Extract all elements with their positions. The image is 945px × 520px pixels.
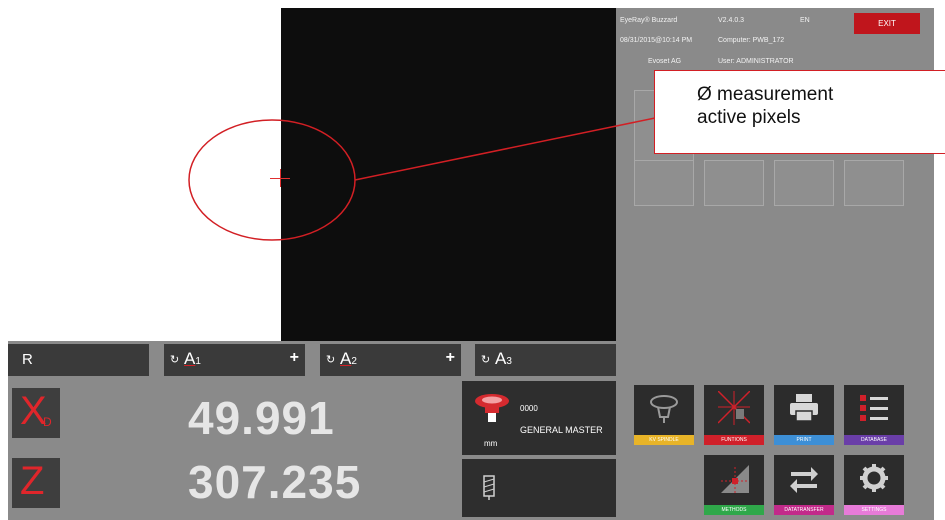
tool-adapter-panel[interactable] [462,459,616,517]
functions-button[interactable]: FUNTIONS [704,385,764,445]
methods-icon [721,465,749,493]
datetime: 08/31/2015@10:14 PM [620,37,693,44]
empty-slot-4[interactable] [774,160,834,206]
tool-holder-icon [475,394,509,422]
app-version: V2.4.0.3 [718,17,745,24]
drill-bit-icon [483,475,495,500]
tool-code: 0000 [520,404,538,413]
printer-icon [790,394,818,422]
functions-label: FUNTIONS [704,435,764,445]
company-name: Evoset AG [648,58,682,65]
axis-x-indicator[interactable]: X D [12,388,60,438]
tab-radius-label: R [22,351,33,368]
tool-unit: mm [484,439,498,448]
rotate-icon: ↻ [170,354,180,366]
crosshair-vertical [280,169,281,187]
app-name: EyeRay® Buzzard [620,17,678,24]
methods-button[interactable]: METHODS [704,455,764,515]
print-label: PRINT [774,435,834,445]
add-a2-icon[interactable]: + [446,349,455,367]
exit-button[interactable]: EXIT [854,13,920,34]
tab-a3-index: 3 [506,356,512,367]
database-button[interactable]: DATABASE [844,385,904,445]
checklist-icon [860,395,888,421]
camera-view-lit [8,8,281,341]
tab-a1-index: 1 [195,356,201,367]
gear-icon [860,464,888,492]
crosshair-function-icon [718,391,750,425]
annotation-callout: Ø measurement active pixels [654,70,945,154]
print-button[interactable]: PRINT [774,385,834,445]
tab-a2-label: A2 [340,349,357,369]
kv-spindle-label: KV SPINDLE [634,435,694,445]
add-a1-icon[interactable]: + [290,349,299,367]
axis-z-indicator[interactable]: Z [12,458,60,508]
z-value-readout: 307.235 [188,456,362,508]
settings-button[interactable]: SETTINGS [844,455,904,515]
tab-a3-label: A3 [495,349,512,369]
tool-name: GENERAL MASTER [520,425,603,435]
callout-line-2: active pixels [697,107,801,128]
tool-panel[interactable]: 0000 GENERAL MASTER mm [462,381,616,455]
empty-slot-3[interactable] [704,160,764,206]
callout-line-1: Ø measurement [697,84,834,105]
tab-a1[interactable]: ↻ A1 + [164,344,305,376]
kv-spindle-button[interactable]: KV SPINDLE [634,385,694,445]
settings-label: SETTINGS [844,505,904,515]
transfer-arrows-icon [790,467,818,493]
rotate-icon: ↻ [326,354,336,366]
tab-a2[interactable]: ↻ A2 + [320,344,461,376]
x-value-readout: 49.991 [188,392,335,444]
axis-x-subscript: D [43,415,52,429]
tab-a3-letter: A [495,349,507,368]
user-name: User: ADMINISTRATOR [718,58,794,65]
empty-slot-2[interactable] [634,160,694,206]
tab-a1-letter: A [184,349,196,368]
tab-a1-label: A1 [184,349,201,369]
language-selector[interactable]: EN [800,17,810,24]
tab-a3[interactable]: ↻ A3 [475,344,616,376]
camera-view-shadow [281,8,616,341]
empty-slot-5[interactable] [844,160,904,206]
datatransfer-button[interactable]: DATATRANSFER [774,455,834,515]
methods-label: METHODS [704,505,764,515]
tab-radius[interactable]: R [8,344,149,376]
spindle-icon [650,395,678,423]
axis-z-letter: Z [20,459,45,503]
tab-a2-index: 2 [351,356,357,367]
rotate-icon: ↻ [481,354,491,366]
database-label: DATABASE [844,435,904,445]
computer-name: Computer: PWB_172 [718,37,785,44]
datatransfer-label: DATATRANSFER [774,505,834,515]
tab-a2-letter: A [340,349,352,368]
